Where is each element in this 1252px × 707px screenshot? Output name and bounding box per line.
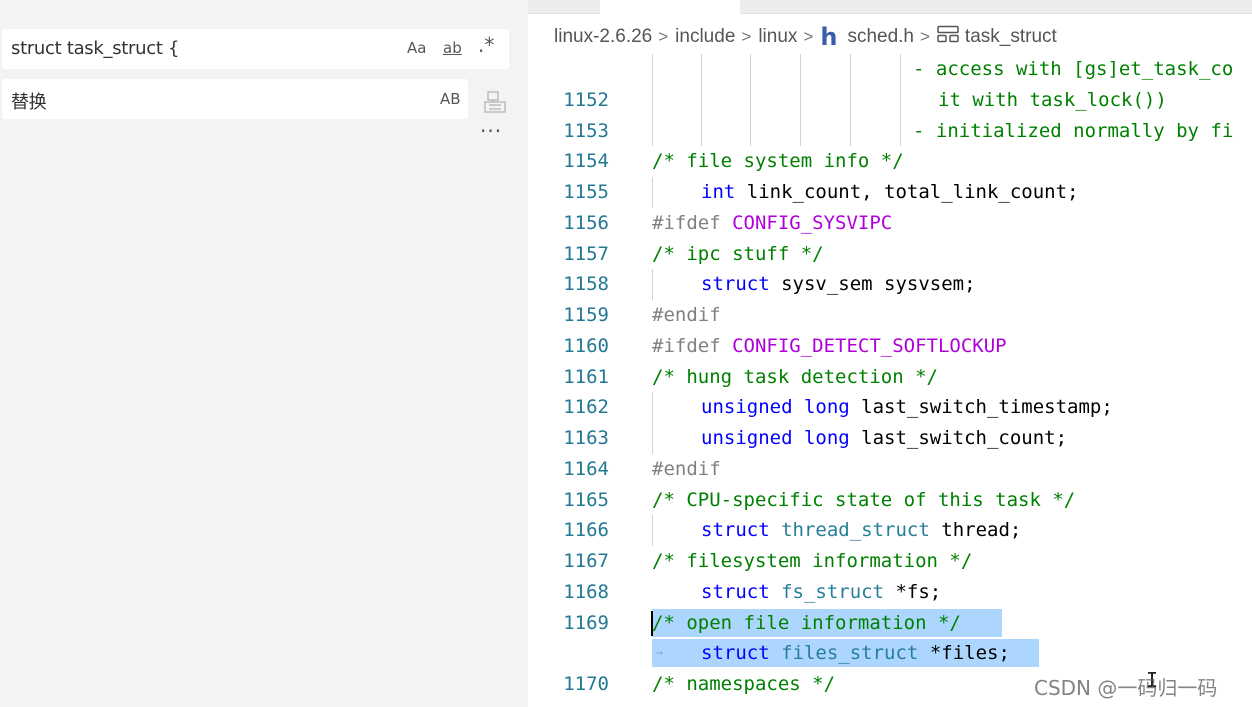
tab-active[interactable]: [600, 0, 740, 14]
code-text: #endif: [652, 457, 721, 480]
code-line: 1167 struct thread_struct thread;: [528, 515, 1252, 572]
code-text: struct thread_struct thread;: [701, 519, 1022, 542]
code-line: 1159 struct sysv_sem sysvsem;: [528, 269, 1252, 326]
code-text: unsigned long last_switch_timestamp;: [701, 396, 1113, 419]
regex-toggle[interactable]: .*: [478, 33, 494, 57]
code-text: it with task_lock()): [938, 88, 1167, 111]
line-number: 1172: [528, 700, 609, 707]
code-line: 1158 /* ipc stuff */: [528, 239, 1252, 296]
code-editor: linux-2.6.26 > include > linux > h sched…: [528, 0, 1252, 707]
code-line: 1169 struct fs_struct *fs;: [528, 577, 1252, 634]
code-text: #ifdef CONFIG_DETECT_SOFTLOCKUP: [652, 334, 1007, 357]
code-line: 1164 unsigned long last_switch_count;: [528, 423, 1252, 480]
code-line: 1153 it with task_lock()): [528, 84, 1252, 142]
tab-whitespace-marker: →: [655, 645, 664, 662]
code-text: #ifdef CONFIG_SYSVIPC: [652, 211, 893, 234]
watermark-text: CSDN @一码归一码: [1034, 676, 1218, 700]
breadcrumb-item-linux[interactable]: linux: [758, 26, 797, 48]
breadcrumb-item-include[interactable]: include: [675, 26, 735, 48]
code-text: /* filesystem information */: [652, 550, 973, 572]
tab-strip: [528, 0, 1252, 14]
code-text: /* ipc stuff */: [652, 242, 824, 265]
struct-symbol-icon: [937, 25, 959, 49]
code-text: struct fs_struct *fs;: [701, 580, 942, 603]
code-text: struct files_struct *files;: [701, 642, 1010, 665]
code-line: 1168 /* filesystem information */: [528, 546, 1252, 603]
code-text: int link_count, total_link_count;: [701, 181, 1079, 203]
code-text: /* namespaces */: [652, 673, 836, 695]
code-area[interactable]: 1152 - access with [gs]et_task_co 1153 i…: [528, 54, 1252, 707]
code-text: unsigned long last_switch_count;: [701, 427, 1068, 449]
code-line: 1156 int link_count, total_link_count;: [528, 177, 1252, 234]
header-file-icon: h: [820, 23, 838, 51]
sidebar-top-strip: [0, 0, 528, 10]
code-line: 1160 #endif: [528, 300, 1252, 357]
code-line: 1166 /* CPU-specific state of this task …: [528, 485, 1252, 542]
search-sidebar: struct task_struct { Aa ab .* 替换 AB ···: [0, 0, 528, 707]
replace-input-value: 替换: [11, 92, 47, 113]
more-options-icon[interactable]: ···: [480, 119, 502, 143]
code-line: 1165 #endif: [528, 454, 1252, 511]
code-line: 1154 - initialized normally by fi: [528, 115, 1252, 172]
preserve-case-toggle[interactable]: AB: [440, 90, 461, 108]
code-text: /* hung task detection */: [652, 365, 938, 388]
search-input-value: struct task_struct {: [11, 38, 180, 59]
breadcrumb-separator: >: [658, 27, 669, 46]
breadcrumb-separator: >: [919, 27, 930, 46]
search-input[interactable]: struct task_struct { Aa ab .*: [2, 29, 509, 69]
breadcrumb-item-file[interactable]: sched.h: [847, 26, 914, 48]
code-line-selected: 1171 → struct files_struct *files;: [528, 638, 1252, 707]
code-line: 1157 #ifdef CONFIG_SYSVIPC: [528, 208, 1252, 265]
breadcrumb-separator: >: [803, 27, 814, 46]
breadcrumb: linux-2.6.26 > include > linux > h sched…: [554, 23, 1057, 51]
breadcrumb-item-symbol[interactable]: task_struct: [965, 26, 1057, 48]
code-text: struct sysv_sem sysvsem;: [701, 273, 976, 296]
code-line: 1152 - access with [gs]et_task_co: [528, 54, 1252, 111]
code-line: 1161 #ifdef CONFIG_DETECT_SOFTLOCKUP: [528, 331, 1252, 388]
code-text: /* open file information */: [652, 611, 961, 634]
code-text: - initialized normally by fi: [913, 119, 1234, 142]
code-line: 1155 /* file system info */: [528, 146, 1252, 203]
match-whole-word-toggle[interactable]: ab: [443, 39, 462, 57]
code-text: /* file system info */: [652, 150, 904, 173]
code-line: 1162 /* hung task detection */: [528, 362, 1252, 419]
match-case-toggle[interactable]: Aa: [407, 39, 426, 57]
code-line: 1163 unsigned long last_switch_timestamp…: [528, 392, 1252, 449]
code-text: - access with [gs]et_task_co: [913, 58, 1234, 80]
code-text: #endif: [652, 304, 721, 326]
code-line-selected: 1170 /* open file information */: [528, 608, 1252, 695]
replace-all-icon[interactable]: [484, 90, 506, 118]
breadcrumb-separator: >: [741, 27, 752, 46]
breadcrumb-item-root[interactable]: linux-2.6.26: [554, 26, 652, 48]
code-text: /* CPU-specific state of this task */: [652, 488, 1076, 511]
replace-input[interactable]: 替换 AB: [2, 79, 468, 119]
